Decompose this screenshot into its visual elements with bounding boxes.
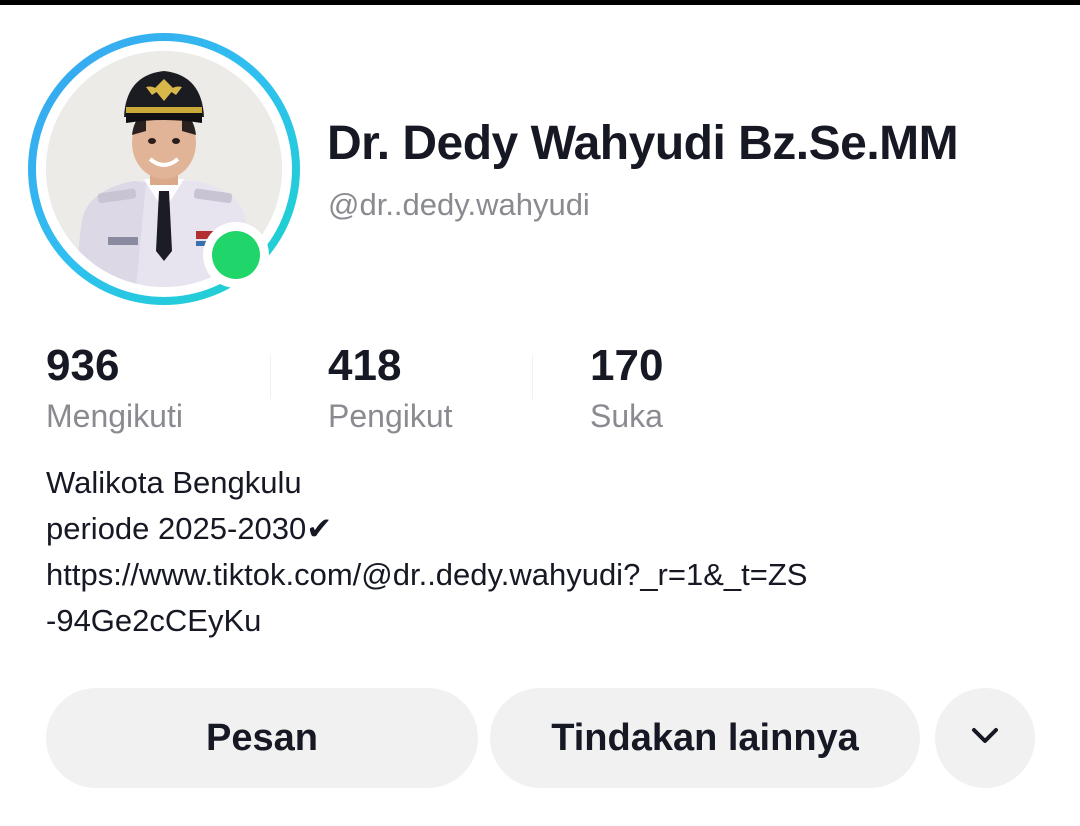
- stat-following[interactable]: 936 Mengikuti: [46, 340, 183, 436]
- more-actions-button[interactable]: Tindakan lainnya: [490, 688, 920, 788]
- top-border: [0, 0, 1080, 5]
- stat-likes-value: 170: [590, 341, 664, 390]
- bio-link[interactable]: https://www.tiktok.com/@dr..dedy.wahyudi…: [46, 552, 1056, 598]
- profile-username: @dr..dedy.wahyudi: [328, 187, 590, 222]
- stat-divider: [532, 355, 533, 399]
- stat-following-value: 936: [46, 341, 120, 390]
- bio-line: Walikota Bengkulu: [46, 465, 302, 500]
- online-status-indicator: [203, 222, 269, 288]
- stat-following-label: Mengikuti: [46, 398, 183, 434]
- bio-line: periode 2025-2030✔: [46, 511, 333, 546]
- expand-dropdown-button[interactable]: [935, 688, 1035, 788]
- chevron-down-icon: [970, 726, 1000, 751]
- message-button[interactable]: Pesan: [46, 688, 478, 788]
- stat-likes[interactable]: 170 Suka: [590, 340, 663, 436]
- stat-followers-label: Pengikut: [328, 398, 453, 434]
- stat-divider: [270, 355, 271, 399]
- bio-link-continued[interactable]: -94Ge2cCEyKu: [46, 598, 1056, 644]
- stat-followers-value: 418: [328, 341, 402, 390]
- stat-followers[interactable]: 418 Pengikut: [328, 340, 453, 436]
- stat-likes-label: Suka: [590, 398, 663, 434]
- profile-bio: Walikota Bengkulu periode 2025-2030✔ htt…: [46, 460, 1056, 644]
- profile-display-name: Dr. Dedy Wahyudi Bz.Se.MM: [327, 117, 959, 170]
